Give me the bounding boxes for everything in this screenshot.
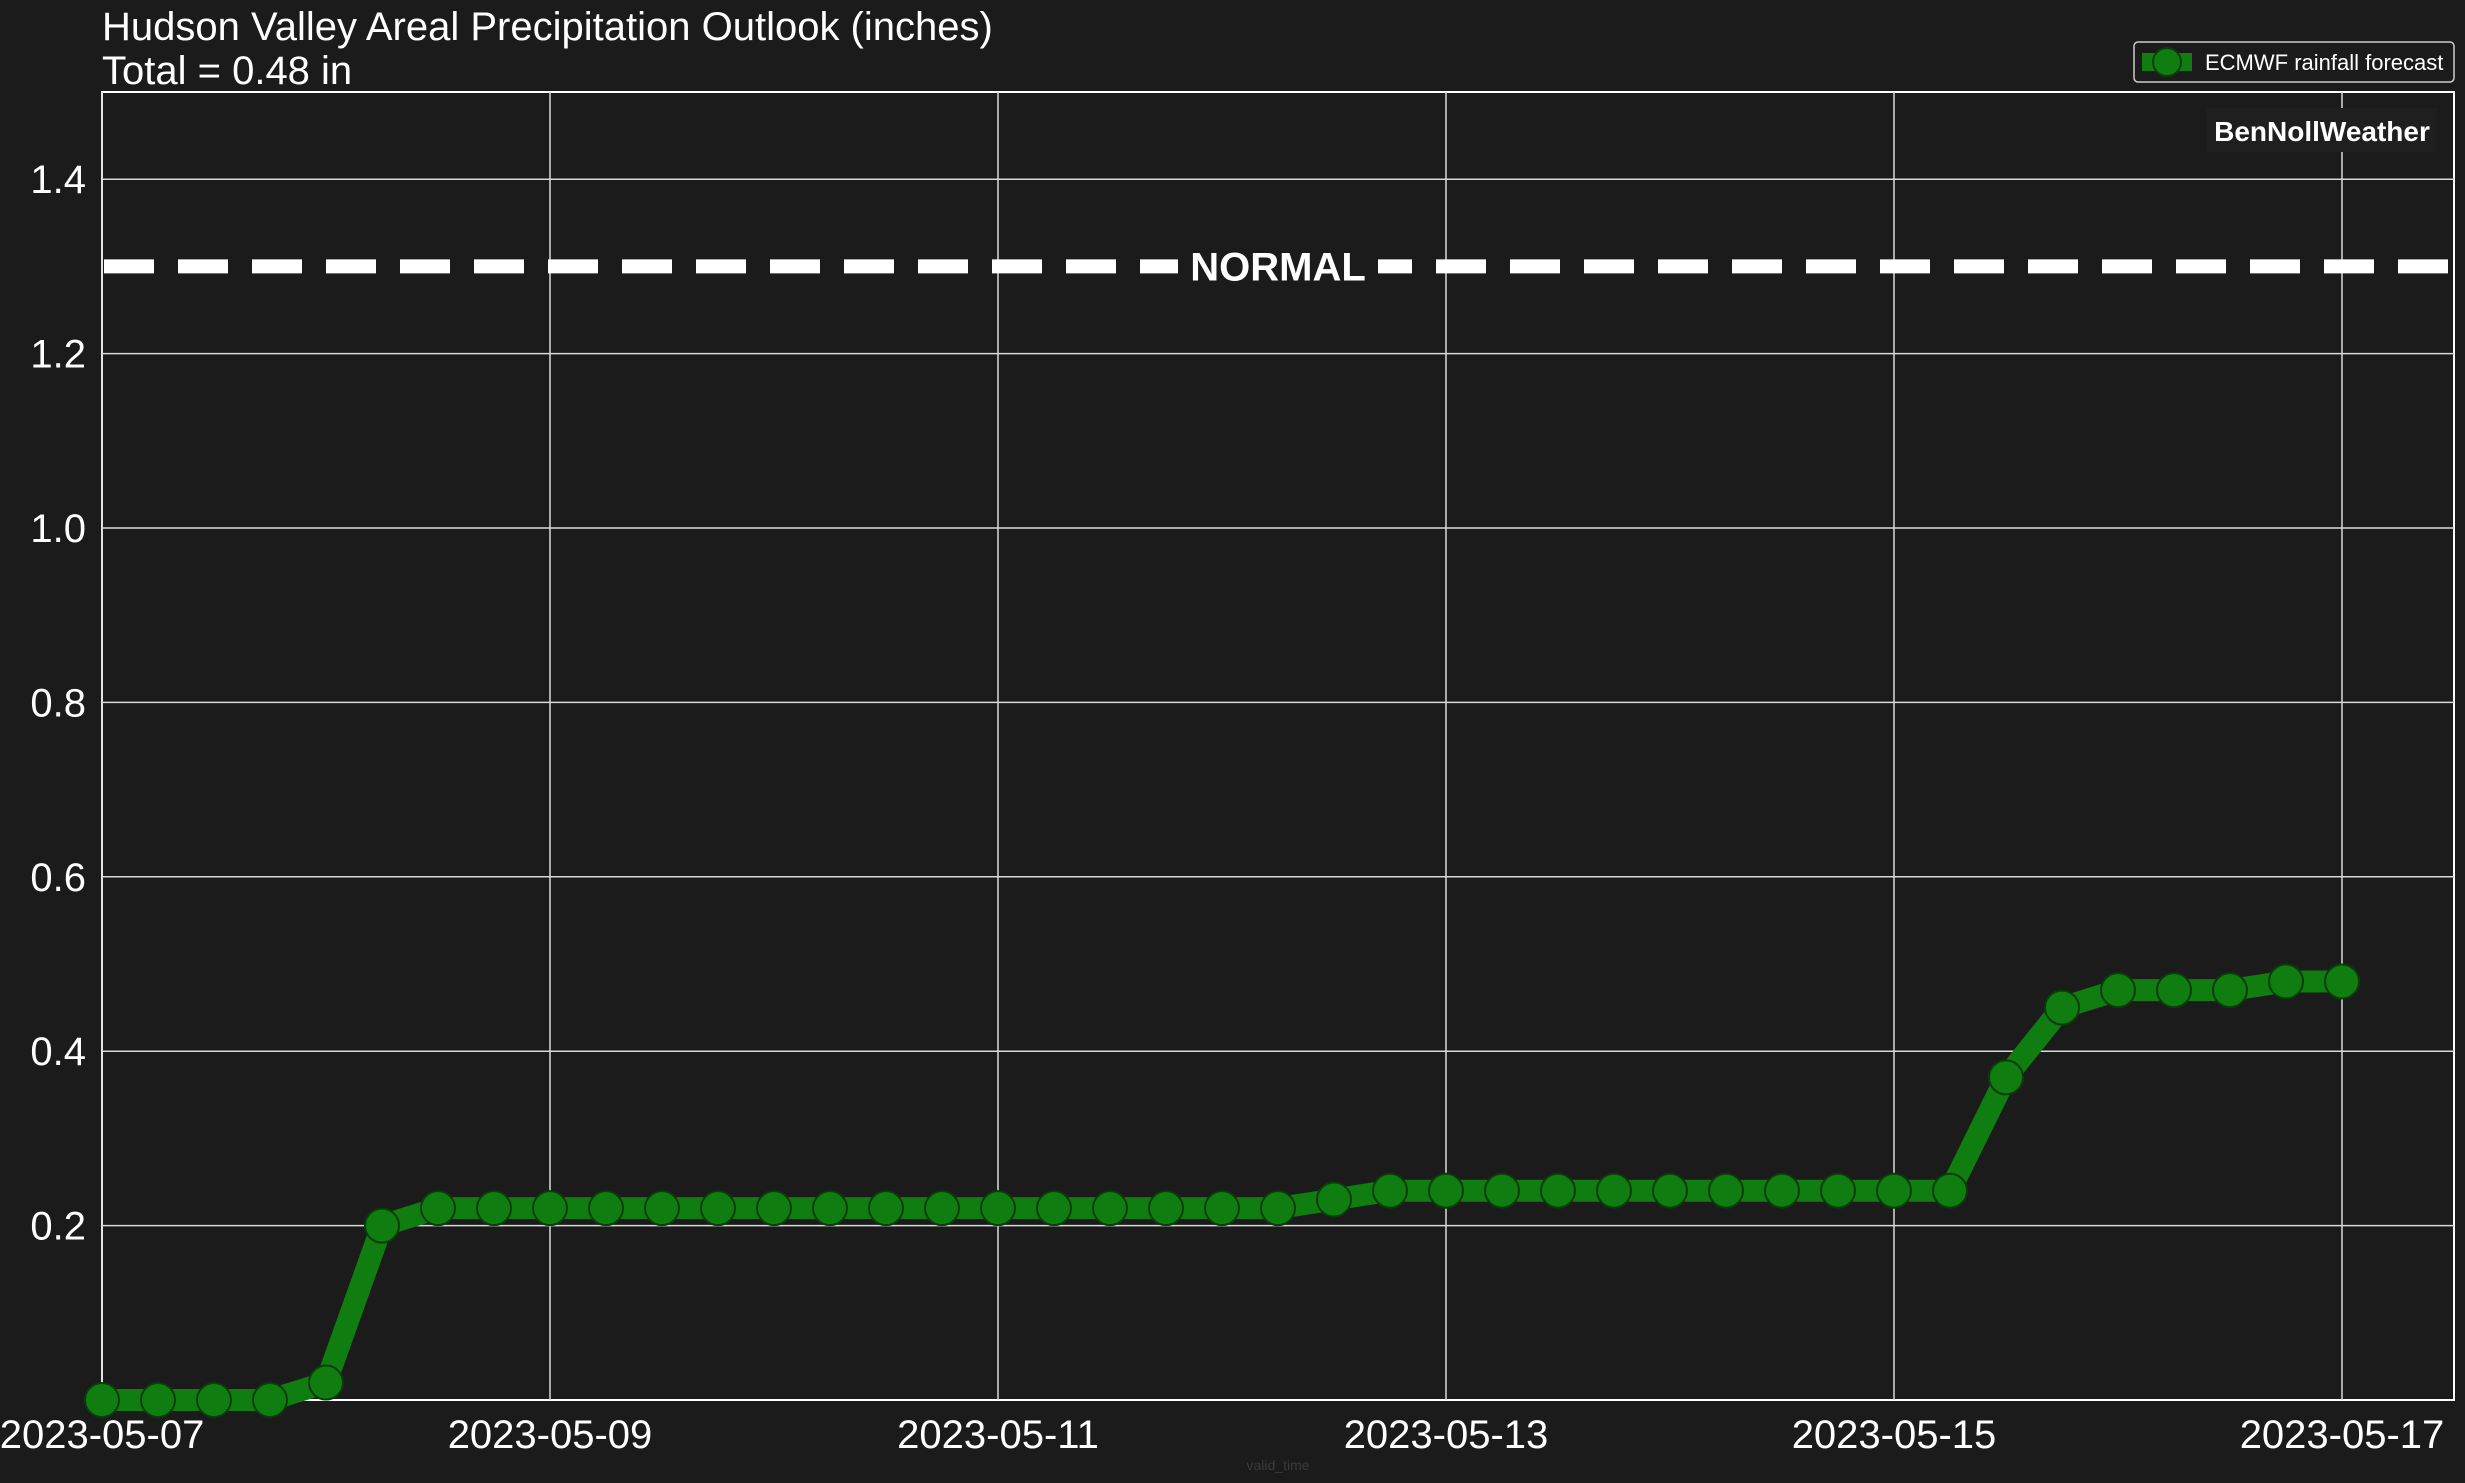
data-point-5	[364, 1207, 400, 1244]
data-point-24	[1428, 1172, 1464, 1209]
data-point-33	[1932, 1172, 1968, 1209]
data-point-9	[588, 1190, 624, 1227]
data-point-21	[1260, 1190, 1296, 1227]
data-point-18	[1092, 1190, 1128, 1227]
data-point-25	[1484, 1172, 1520, 1209]
data-point-1	[140, 1382, 176, 1418]
legend: ECMWF rainfall forecast	[2133, 41, 2455, 83]
data-point-29	[1708, 1172, 1744, 1209]
data-point-19	[1148, 1190, 1184, 1227]
data-point-15	[924, 1190, 960, 1227]
data-point-11	[700, 1190, 736, 1227]
x-tick-label-1: 2023-05-09	[448, 1413, 653, 1457]
data-point-8	[532, 1190, 568, 1227]
data-point-14	[868, 1190, 904, 1227]
x-axis-label: valid_time	[1246, 1457, 1309, 1473]
data-point-16	[980, 1190, 1016, 1227]
x-tick-label-3: 2023-05-13	[1344, 1413, 1549, 1457]
data-point-2	[196, 1382, 232, 1418]
legend-label: ECMWF rainfall forecast	[2205, 50, 2443, 75]
y-tick-label-4: 1.0	[30, 507, 86, 551]
data-point-39	[2268, 963, 2304, 1000]
x-tick-label-4: 2023-05-15	[1792, 1413, 1997, 1457]
data-point-13	[812, 1190, 848, 1227]
data-point-37	[2156, 972, 2192, 1009]
data-point-20	[1204, 1190, 1240, 1227]
y-tick-label-6: 1.4	[30, 158, 86, 202]
data-point-23	[1372, 1172, 1408, 1209]
y-tick-label-2: 0.6	[30, 856, 86, 900]
precipitation-chart: Hudson Valley Areal Precipitation Outloo…	[0, 0, 2465, 1483]
data-point-12	[756, 1190, 792, 1227]
data-point-3	[252, 1382, 288, 1418]
data-point-31	[1820, 1172, 1856, 1209]
chart-subtitle: Total = 0.48 in	[102, 49, 352, 93]
data-point-30	[1764, 1172, 1800, 1209]
data-point-28	[1652, 1172, 1688, 1209]
chart-title: Hudson Valley Areal Precipitation Outloo…	[102, 5, 993, 49]
legend-marker	[2152, 47, 2182, 77]
y-tick-label-3: 0.8	[30, 681, 86, 725]
x-tick-label-5: 2023-05-17	[2240, 1413, 2445, 1457]
y-tick-label-5: 1.2	[30, 333, 86, 377]
data-point-7	[476, 1190, 512, 1227]
y-tick-label-0: 0.2	[30, 1205, 86, 1249]
data-point-26	[1540, 1172, 1576, 1209]
data-point-22	[1316, 1181, 1352, 1218]
x-tick-label-0: 2023-05-07	[0, 1413, 204, 1457]
watermark-text: BenNollWeather	[2214, 116, 2430, 147]
normal-label: NORMAL	[1190, 245, 1366, 289]
data-point-4	[308, 1364, 344, 1401]
data-point-38	[2212, 972, 2248, 1009]
data-point-36	[2100, 972, 2136, 1009]
data-point-27	[1596, 1172, 1632, 1209]
data-point-6	[420, 1190, 456, 1227]
data-point-32	[1876, 1172, 1912, 1209]
data-point-40	[2324, 963, 2360, 1000]
data-point-10	[644, 1190, 680, 1227]
plot-area: NORMAL	[84, 91, 2455, 1418]
data-point-0	[84, 1382, 120, 1418]
data-point-35	[2044, 989, 2080, 1026]
x-tick-label-2: 2023-05-11	[897, 1413, 1099, 1457]
data-point-17	[1036, 1190, 1072, 1227]
watermark: BenNollWeather	[2207, 108, 2437, 152]
data-point-34	[1988, 1059, 2024, 1096]
y-tick-label-1: 0.4	[30, 1030, 86, 1074]
